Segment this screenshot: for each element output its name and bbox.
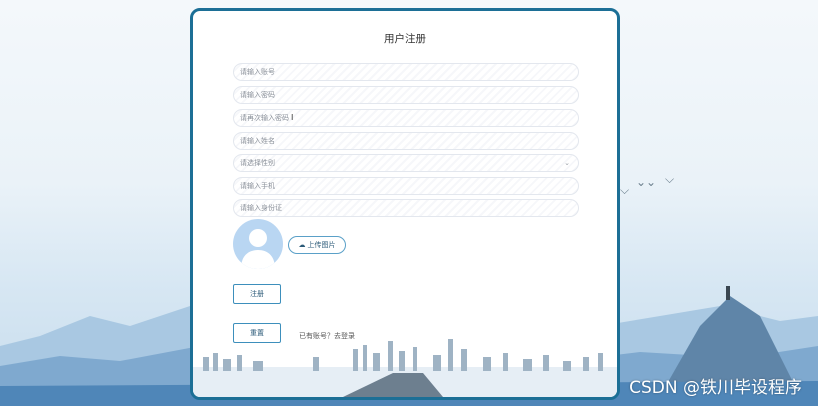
- upload-label: 上传图片: [307, 241, 336, 249]
- name-field[interactable]: 请输入姓名: [233, 132, 579, 150]
- register-button[interactable]: 注册: [233, 284, 281, 304]
- chevron-down-icon: ⌄: [564, 159, 570, 167]
- text-cursor-icon: I: [291, 113, 294, 122]
- password-field[interactable]: 请输入密码: [233, 86, 579, 104]
- account-placeholder: 请输入账号: [240, 68, 275, 76]
- bird-icon: ⌄⌄: [636, 175, 657, 189]
- id-card-placeholder: 请输入身份证: [240, 204, 282, 212]
- cloud-upload-icon: ☁: [298, 241, 306, 249]
- account-field[interactable]: 请输入账号: [233, 63, 579, 81]
- avatar: [233, 219, 283, 269]
- confirm-password-placeholder: 请再次输入密码: [240, 114, 289, 122]
- city-skyline-illustration: [193, 339, 617, 397]
- bird-icon: ⌵: [620, 183, 630, 197]
- bird-icon: ⌵: [665, 172, 675, 186]
- register-label: 注册: [250, 290, 264, 298]
- password-placeholder: 请输入密码: [240, 91, 275, 99]
- id-card-field[interactable]: 请输入身份证: [233, 199, 579, 217]
- watermark: CSDN @铁川毕设程序: [629, 378, 802, 398]
- phone-placeholder: 请输入手机: [240, 182, 275, 190]
- gender-placeholder: 请选择性别: [240, 159, 275, 167]
- user-silhouette-icon: [241, 229, 275, 269]
- upload-image-button[interactable]: ☁ 上传图片: [288, 236, 346, 254]
- register-card: 用户注册 请输入账号 请输入密码 请再次输入密码 I 请输入姓名 请选择性别 ⌄ …: [190, 8, 620, 400]
- page-title: 用户注册: [384, 33, 426, 45]
- phone-field[interactable]: 请输入手机: [233, 177, 579, 195]
- confirm-password-field[interactable]: 请再次输入密码 I: [233, 109, 579, 127]
- gender-select[interactable]: 请选择性别 ⌄: [233, 154, 579, 172]
- name-placeholder: 请输入姓名: [240, 137, 275, 145]
